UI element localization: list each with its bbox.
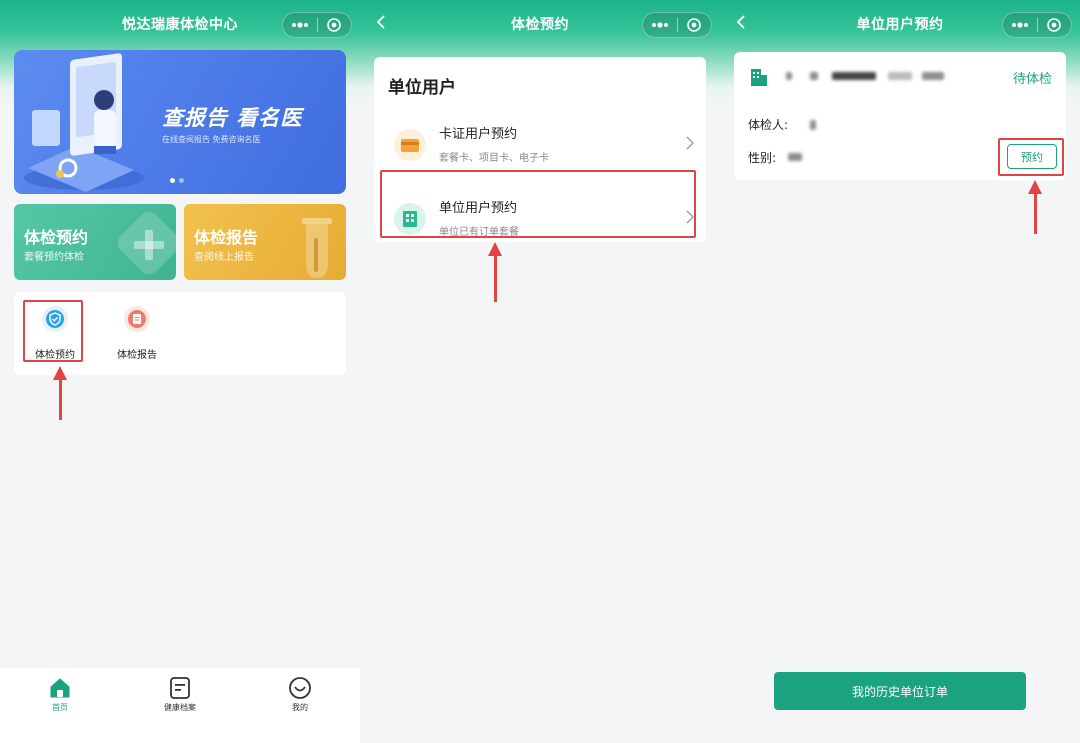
close-target-icon[interactable] [677,12,711,38]
tab-home[interactable]: 首页 [20,676,100,713]
option-card-user-booking[interactable]: 卡证用户预约 套餐卡、项目卡、电子卡 [374,117,706,173]
pointer-arrow [1028,180,1042,234]
banner-subtitle: 在线查阅报告 免费咨询名医 [162,135,261,144]
report-icon [124,306,150,332]
quick-item-label: 体检报告 [117,350,157,361]
redacted-company-name [888,72,912,80]
tile-exam-booking[interactable]: 体检预约 套餐预约体检 [14,204,176,280]
more-icon[interactable] [283,12,317,38]
card-icon [394,129,426,161]
examinee-label: 体检人: [748,118,789,132]
mini-program-capsule[interactable] [282,12,352,38]
document-icon [170,677,190,699]
highlight-box [380,170,696,238]
carousel-dots [170,178,184,183]
option-title: 卡证用户预约 [439,127,518,142]
chevron-right-icon [686,135,694,154]
redacted-company-name [786,72,792,80]
unit-booking-screen: 单位用户预约 待体检 体检人: 性别: 预约 我的历史单位订单 [720,0,1080,743]
doctor-illustration [24,53,144,192]
tab-label: 首页 [52,703,68,712]
booking-type-screen: 体检预约 单位用户 卡证用户预约 套餐卡、项目卡、电子卡 单位用户预约 单位已有… [360,0,720,743]
tutorial-stage: 悦达瑞康体检中心 查报告 看名医 在线查阅报告 免费咨询名医 体检预约 套餐预约… [0,0,1080,743]
redacted-examinee-name [810,120,816,130]
redacted-gender [788,153,802,161]
history-orders-button[interactable]: 我的历史单位订单 [774,672,1026,710]
quick-item-exam-report[interactable]: 体检报告 [102,302,172,361]
pointer-arrow [53,366,67,420]
pointer-arrow [488,242,502,302]
plus-shape-icon [117,211,176,275]
test-tube-icon [302,218,332,278]
home-icon [50,678,70,698]
tile-subtitle: 查阅线上报告 [194,252,254,263]
highlight-box [23,300,83,362]
status-badge: 待体检 [1012,72,1052,87]
tab-label: 我的 [292,703,308,712]
tile-title: 体检报告 [194,228,259,247]
banner-headline: 查报告 看名医 [162,106,303,130]
smile-icon [289,677,311,699]
tab-bar: 首页 健康档案 我的 [0,668,360,743]
option-subtitle: 套餐卡、项目卡、电子卡 [439,153,549,164]
building-icon [748,66,770,92]
close-target-icon[interactable] [1037,12,1071,38]
more-icon[interactable] [643,12,677,38]
tab-label: 健康档案 [164,703,196,712]
redacted-company-name [922,72,944,80]
promo-banner[interactable]: 查报告 看名医 在线查阅报告 免费咨询名医 [14,50,346,194]
section-title: 单位用户 [388,78,456,98]
mini-program-capsule[interactable] [642,12,712,38]
redacted-company-name [832,72,876,80]
close-target-icon[interactable] [317,12,351,38]
more-icon[interactable] [1003,12,1037,38]
tab-health-record[interactable]: 健康档案 [140,676,220,713]
tab-mine[interactable]: 我的 [260,676,340,713]
tile-subtitle: 套餐预约体检 [24,252,84,263]
home-screen: 悦达瑞康体检中心 查报告 看名医 在线查阅报告 免费咨询名医 体检预约 套餐预约… [0,0,360,743]
mini-program-capsule[interactable] [1002,12,1072,38]
highlight-box [998,138,1064,176]
gender-label: 性别: [748,151,777,165]
redacted-company-name [810,72,818,80]
tile-title: 体检预约 [24,228,89,247]
tile-exam-report[interactable]: 体检报告 查阅线上报告 [184,204,346,280]
